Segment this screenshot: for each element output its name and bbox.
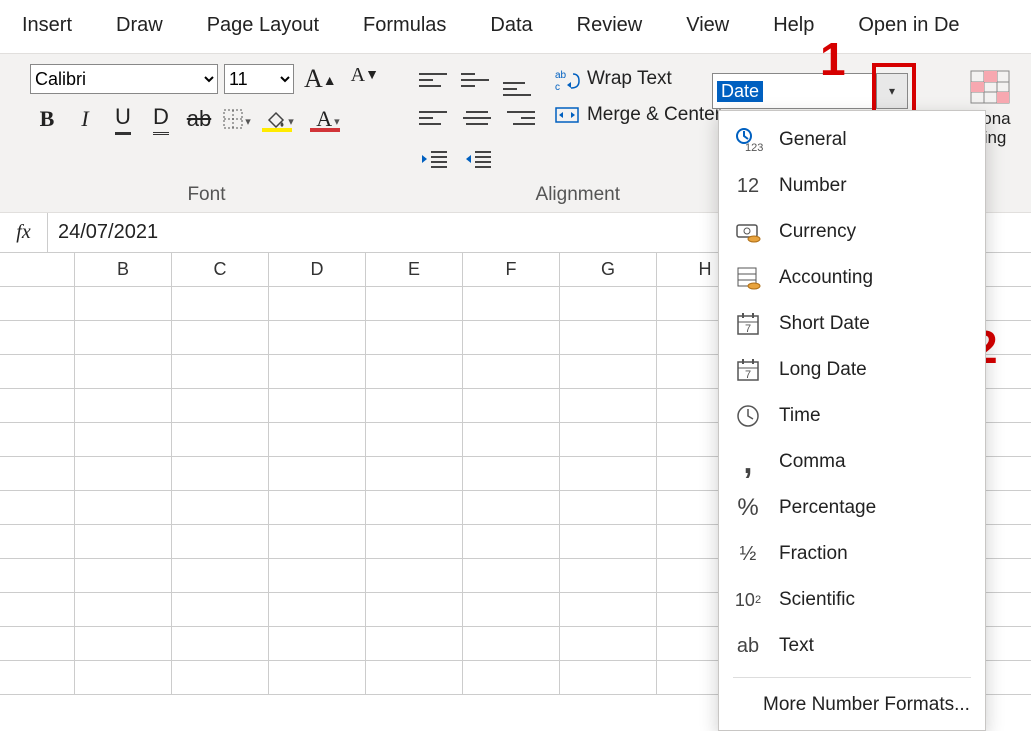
separator [733,677,971,678]
accounting-icon [733,263,763,293]
col-header[interactable]: E [366,253,463,286]
bold-button[interactable]: B [30,104,64,134]
format-general[interactable]: 123 General [719,117,985,163]
tab-draw[interactable]: Draw [94,6,185,47]
fx-label[interactable]: fx [0,213,48,252]
number-format-dropdown: 123 General 12 Number Currency Accountin… [718,110,986,731]
annotation-number-1: 1 [820,32,846,86]
number-format-value: Date [717,81,763,102]
merge-center-label: Merge & Center [587,104,721,126]
format-short-date[interactable]: 7 Short Date [719,301,985,347]
conditional-formatting-icon [970,70,1010,104]
align-middle[interactable] [461,64,493,96]
col-header[interactable]: D [269,253,366,286]
general-icon: 123 [733,125,763,155]
format-text[interactable]: ab Text [719,623,985,669]
merge-center-icon [555,104,579,126]
format-percentage[interactable]: % Percentage [719,485,985,531]
increase-indent[interactable] [463,144,493,174]
svg-text:c: c [555,82,560,93]
align-top[interactable] [419,64,451,96]
tab-page-layout[interactable]: Page Layout [185,6,341,47]
fraction-icon: ½ [733,539,763,569]
calendar-icon: 7 [733,355,763,385]
format-fraction[interactable]: ½ Fraction [719,531,985,577]
currency-icon [733,217,763,247]
format-accounting[interactable]: Accounting [719,255,985,301]
comma-icon: , [733,447,763,477]
tab-open-in-desktop[interactable]: Open in De [836,6,981,47]
more-number-formats[interactable]: More Number Formats... [719,686,985,724]
format-currency[interactable]: Currency [719,209,985,255]
decrease-indent[interactable] [419,144,449,174]
clock-icon [733,401,763,431]
wrap-text-icon: abc [555,68,579,90]
align-left[interactable] [419,102,451,134]
double-underline-button[interactable]: D [144,104,178,134]
borders-button[interactable]: ▾ [220,104,254,134]
align-center[interactable] [461,102,493,134]
font-name-select[interactable]: Calibri [30,64,218,94]
alignment-group-label: Alignment [419,178,737,212]
tab-data[interactable]: Data [468,6,554,47]
italic-button[interactable]: I [68,104,102,134]
svg-text:ab: ab [555,70,567,81]
strikethrough-button[interactable]: ab [182,104,216,134]
col-header[interactable]: G [560,253,657,286]
paint-bucket-icon [266,110,286,128]
format-comma[interactable]: , Comma [719,439,985,485]
decrease-font-size[interactable]: A▼ [347,64,383,94]
fill-color-button[interactable]: ▾ [258,104,302,134]
underline-button[interactable]: U [106,104,140,134]
tab-view[interactable]: View [664,6,751,47]
number-icon: 12 [733,171,763,201]
format-number[interactable]: 12 Number [719,163,985,209]
font-group-label: Font [30,178,383,212]
scientific-icon: 102 [733,585,763,615]
font-size-select[interactable]: 11 [224,64,294,94]
svg-text:7: 7 [745,369,751,381]
col-header[interactable] [0,253,75,286]
align-bottom[interactable] [503,64,535,96]
merge-center-button[interactable]: Merge & Center ▾ [555,104,737,126]
tab-insert[interactable]: Insert [0,6,94,47]
number-format-box[interactable]: Date [712,73,874,109]
svg-text:123: 123 [745,142,763,154]
increase-font-size[interactable]: A▲ [300,64,341,94]
align-right[interactable] [503,102,535,134]
percent-icon: % [733,493,763,523]
wrap-text-button[interactable]: abc Wrap Text [555,68,737,90]
calendar-icon: 7 [733,309,763,339]
wrap-text-label: Wrap Text [587,68,672,90]
col-header[interactable]: B [75,253,172,286]
borders-icon [223,109,243,129]
annotation-box-1 [872,63,916,117]
format-long-date[interactable]: 7 Long Date [719,347,985,393]
tab-review[interactable]: Review [555,6,665,47]
col-header[interactable]: C [172,253,269,286]
text-icon: ab [733,631,763,661]
format-scientific[interactable]: 102 Scientific [719,577,985,623]
col-header[interactable]: F [463,253,560,286]
ribbon-tabs: Insert Draw Page Layout Formulas Data Re… [0,0,1031,53]
svg-text:7: 7 [745,323,751,335]
format-time[interactable]: Time [719,393,985,439]
tab-formulas[interactable]: Formulas [341,6,468,47]
font-color-button[interactable]: A▾ [306,104,350,134]
